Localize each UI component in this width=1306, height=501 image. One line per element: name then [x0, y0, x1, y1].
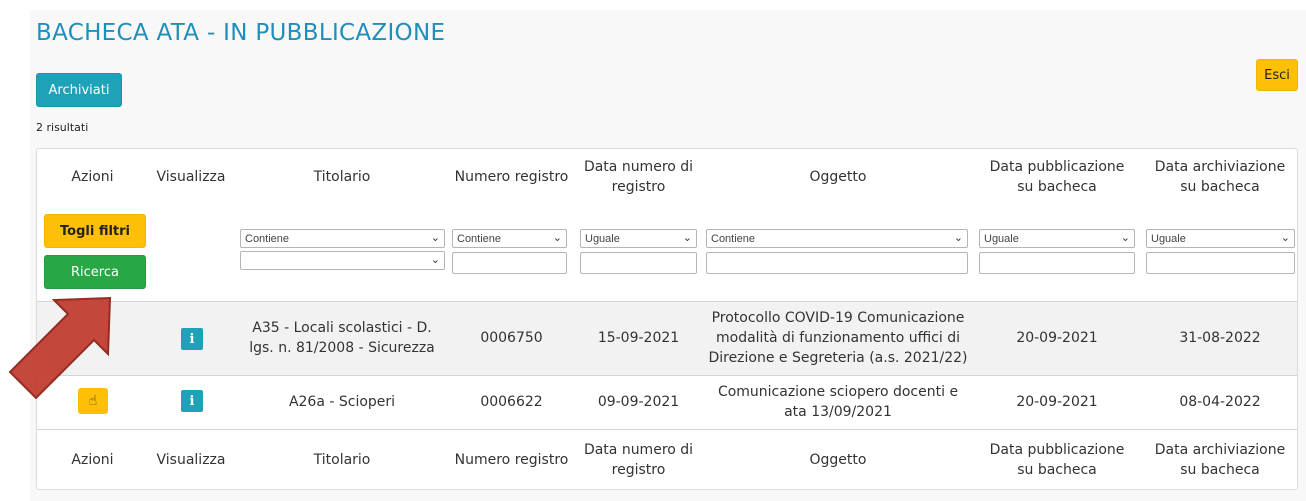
chevron-down-icon: ⌄ — [682, 232, 692, 244]
table-footer-divider — [37, 429, 1297, 430]
footer-header-oggetto: Oggetto — [809, 452, 867, 468]
row-titolario: A26a - Scioperi — [288, 394, 396, 410]
chevron-down-icon: ⌄ — [1120, 232, 1130, 244]
chevron-down-icon: ⌄ — [430, 232, 440, 244]
results-count: 2 risultati — [36, 121, 89, 134]
chevron-down-icon: ⌄ — [1280, 232, 1290, 244]
row-data-archiviazione: 31-08-2022 — [1179, 330, 1261, 346]
row-data-archiviazione: 08-04-2022 — [1179, 394, 1261, 410]
col-header-data-archiviazione: Data archiviazione su bacheca — [1154, 159, 1286, 195]
footer-header-numero: Numero registro — [454, 452, 569, 468]
red-arrow-icon — [8, 296, 112, 400]
row-data-pubblicazione: 20-09-2021 — [1016, 394, 1098, 410]
col-header-data-numero: Data numero di registro — [583, 159, 694, 195]
data-pubblicazione-filter-mode-value: Uguale — [984, 232, 1019, 245]
numero-filter-input[interactable] — [452, 252, 567, 274]
col-header-titolario: Titolario — [313, 169, 371, 185]
page-title: BACHECA ATA - IN PUBBLICAZIONE — [36, 20, 446, 46]
row-titolario: A35 - Locali scolastici - D. lgs. n. 81/… — [249, 320, 435, 356]
chevron-down-icon: ⌄ — [552, 232, 562, 244]
titolario-filter-mode[interactable]: Contiene ⌄ — [240, 229, 445, 248]
col-header-oggetto: Oggetto — [809, 169, 867, 185]
row-oggetto: Protocollo COVID-19 Comunicazione modali… — [708, 310, 968, 366]
col-header-azioni: Azioni — [71, 169, 114, 185]
row-numero: 0006622 — [480, 394, 543, 410]
footer-header-data-archiviazione: Data archiviazione su bacheca — [1154, 442, 1286, 478]
data-archiviazione-filter-input[interactable] — [1146, 252, 1295, 274]
col-header-numero: Numero registro — [454, 169, 569, 185]
data-numero-filter-input[interactable] — [580, 252, 697, 274]
data-numero-filter-mode-value: Uguale — [585, 232, 620, 245]
oggetto-filter-mode[interactable]: Contiene ⌄ — [706, 229, 968, 248]
data-pubblicazione-filter-mode[interactable]: Uguale ⌄ — [979, 229, 1135, 248]
archiviati-button[interactable]: Archiviati — [36, 73, 122, 107]
titolario-filter-value[interactable]: ⌄ — [240, 251, 445, 270]
titolario-filter-mode-value: Contiene — [245, 232, 290, 245]
oggetto-filter-input[interactable] — [706, 252, 968, 274]
row-data-numero: 15-09-2021 — [597, 330, 680, 346]
numero-filter-mode[interactable]: Contiene ⌄ — [452, 229, 567, 248]
bacheca-table: Azioni Visualizza Titolario Numero regis… — [36, 148, 1298, 490]
col-header-visualizza: Visualizza — [156, 169, 226, 185]
footer-header-data-numero: Data numero di registro — [583, 442, 694, 478]
footer-header-data-pubblicazione: Data pubblicazione su bacheca — [989, 442, 1125, 478]
footer-header-visualizza: Visualizza — [156, 452, 226, 468]
footer-header-titolario: Titolario — [313, 452, 371, 468]
data-archiviazione-filter-mode-value: Uguale — [1151, 232, 1186, 245]
togli-filtri-button[interactable]: Togli filtri — [44, 214, 146, 248]
footer-header-azioni: Azioni — [71, 452, 114, 468]
row-data-pubblicazione: 20-09-2021 — [1016, 330, 1098, 346]
chevron-down-icon: ⌄ — [953, 232, 963, 244]
data-numero-filter-mode[interactable]: Uguale ⌄ — [580, 229, 697, 248]
row-oggetto: Comunicazione sciopero docenti e ata 13/… — [717, 384, 959, 420]
info-icon[interactable]: i — [181, 390, 203, 412]
row-numero: 0006750 — [480, 330, 543, 346]
page-container: BACHECA ATA - IN PUBBLICAZIONE Archiviat… — [30, 10, 1306, 501]
data-archiviazione-filter-mode[interactable]: Uguale ⌄ — [1146, 229, 1295, 248]
col-header-data-pubblicazione: Data pubblicazione su bacheca — [989, 159, 1125, 195]
data-pubblicazione-filter-input[interactable] — [979, 252, 1135, 274]
esci-button[interactable]: Esci — [1256, 59, 1298, 91]
oggetto-filter-mode-value: Contiene — [711, 232, 756, 245]
row-data-numero: 09-09-2021 — [597, 394, 680, 410]
numero-filter-mode-value: Contiene — [457, 232, 502, 245]
info-icon[interactable]: i — [181, 328, 203, 350]
chevron-down-icon: ⌄ — [430, 254, 440, 266]
